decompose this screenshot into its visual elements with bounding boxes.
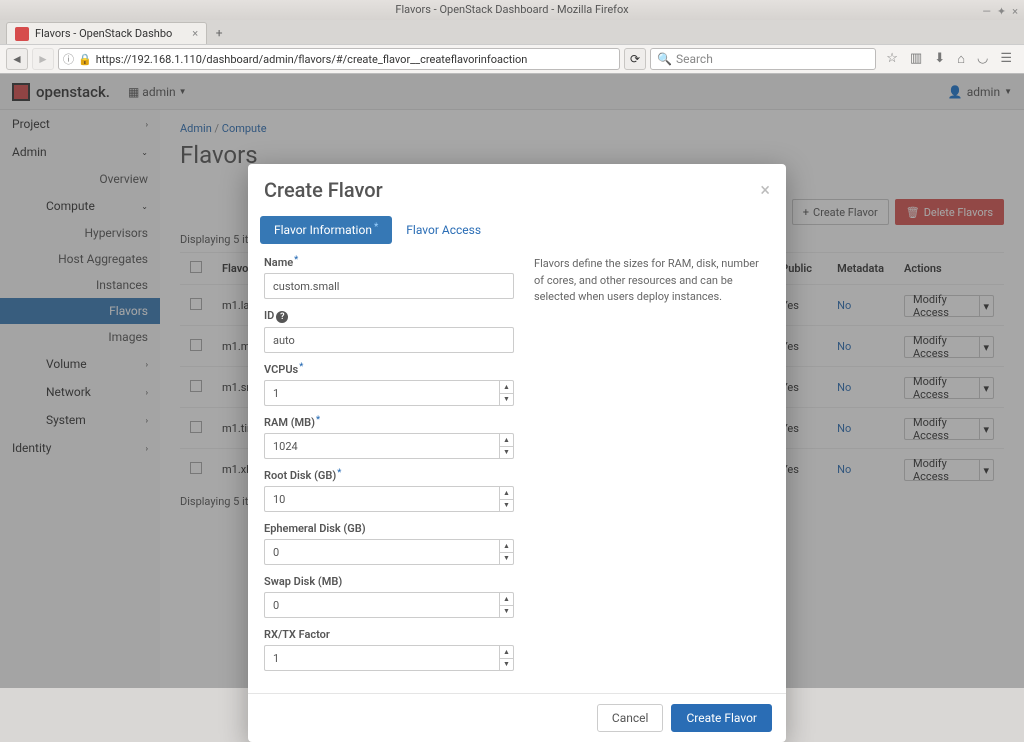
menu-icon[interactable]: ☰ xyxy=(1000,51,1012,67)
close-icon[interactable]: × xyxy=(760,180,770,201)
id-label: ID? xyxy=(264,309,514,323)
create-flavor-modal: Create Flavor × Flavor Information* Flav… xyxy=(248,164,786,742)
step-down-icon[interactable]: ▼ xyxy=(500,553,513,565)
tab-title: Flavors - OpenStack Dashbo xyxy=(35,27,172,40)
step-up-icon[interactable]: ▲ xyxy=(500,593,513,606)
step-down-icon[interactable]: ▼ xyxy=(500,659,513,671)
reload-button[interactable]: ⟳ xyxy=(624,48,646,70)
browser-toolbar: ◄ ► ⓘ 🔒 https://192.168.1.110/dashboard/… xyxy=(0,44,1024,74)
window-title: Flavors - OpenStack Dashboard - Mozilla … xyxy=(395,3,628,16)
rxtx-input[interactable] xyxy=(264,645,514,671)
tab-strip: Flavors - OpenStack Dashbo × + xyxy=(0,20,1024,44)
cancel-button[interactable]: Cancel xyxy=(597,704,664,732)
step-up-icon[interactable]: ▲ xyxy=(500,381,513,394)
ram-label: RAM (MB)* xyxy=(264,416,514,429)
lock-icon: 🔒 xyxy=(78,53,92,66)
step-down-icon[interactable]: ▼ xyxy=(500,500,513,512)
forward-button[interactable]: ► xyxy=(32,48,54,70)
minimize-icon[interactable]: — xyxy=(982,2,991,22)
browser-tab[interactable]: Flavors - OpenStack Dashbo × xyxy=(6,22,207,44)
info-icon[interactable]: ⓘ xyxy=(63,51,74,67)
close-window-icon[interactable]: × xyxy=(1012,2,1018,22)
name-label: Name* xyxy=(264,256,514,269)
tab-flavor-information[interactable]: Flavor Information* xyxy=(260,216,392,244)
step-down-icon[interactable]: ▼ xyxy=(500,394,513,406)
ram-input[interactable] xyxy=(264,433,514,459)
step-up-icon[interactable]: ▲ xyxy=(500,487,513,500)
help-icon[interactable]: ? xyxy=(276,311,288,323)
page: openstack. ▦ admin ▼ 👤 admin ▼ Project› … xyxy=(0,74,1024,688)
browser-search[interactable]: 🔍 Search xyxy=(650,48,876,70)
bookmark-icon[interactable]: ☆ xyxy=(886,51,898,67)
step-down-icon[interactable]: ▼ xyxy=(500,606,513,618)
name-input[interactable] xyxy=(264,273,514,299)
toolbar-icons: ☆ ▥ ⬇ ⌂ ◡ ☰ xyxy=(880,51,1018,67)
ephemeral-label: Ephemeral Disk (GB) xyxy=(264,522,514,535)
favicon-icon xyxy=(15,27,29,41)
maximize-icon[interactable]: ✦ xyxy=(997,2,1006,22)
modal-description: Flavors define the sizes for RAM, disk, … xyxy=(534,256,770,681)
tab-close-icon[interactable]: × xyxy=(192,27,198,40)
download-icon[interactable]: ⬇ xyxy=(934,51,945,67)
step-up-icon[interactable]: ▲ xyxy=(500,646,513,659)
modal-title: Create Flavor xyxy=(264,178,383,202)
window-titlebar: Flavors - OpenStack Dashboard - Mozilla … xyxy=(0,0,1024,20)
step-up-icon[interactable]: ▲ xyxy=(500,540,513,553)
id-input[interactable] xyxy=(264,327,514,353)
search-icon: 🔍 xyxy=(657,52,672,66)
home-icon[interactable]: ⌂ xyxy=(957,51,965,67)
url-text: https://192.168.1.110/dashboard/admin/fl… xyxy=(96,53,615,66)
url-bar[interactable]: ⓘ 🔒 https://192.168.1.110/dashboard/admi… xyxy=(58,48,620,70)
search-placeholder: Search xyxy=(676,52,713,66)
swap-input[interactable] xyxy=(264,592,514,618)
root-disk-input[interactable] xyxy=(264,486,514,512)
submit-button[interactable]: Create Flavor xyxy=(671,704,772,732)
back-button[interactable]: ◄ xyxy=(6,48,28,70)
step-up-icon[interactable]: ▲ xyxy=(500,434,513,447)
ephemeral-input[interactable] xyxy=(264,539,514,565)
swap-label: Swap Disk (MB) xyxy=(264,575,514,588)
vcpus-label: VCPUs* xyxy=(264,363,514,376)
step-down-icon[interactable]: ▼ xyxy=(500,447,513,459)
tab-flavor-access[interactable]: Flavor Access xyxy=(392,216,495,244)
vcpus-input[interactable] xyxy=(264,380,514,406)
root-disk-label: Root Disk (GB)* xyxy=(264,469,514,482)
rxtx-label: RX/TX Factor xyxy=(264,628,514,641)
pocket-icon[interactable]: ◡ xyxy=(977,51,988,67)
library-icon[interactable]: ▥ xyxy=(910,51,922,67)
new-tab-button[interactable]: + xyxy=(207,22,231,44)
